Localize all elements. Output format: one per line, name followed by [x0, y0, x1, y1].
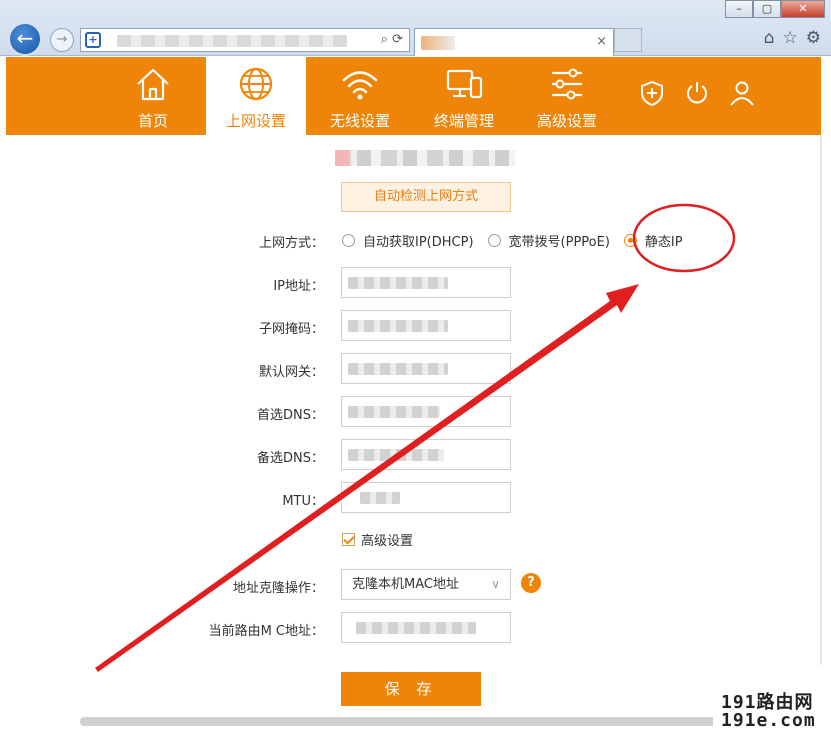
browser-tab[interactable]: ×: [414, 28, 614, 56]
nav-label: 无线设置: [329, 112, 390, 130]
subnet-mask-input[interactable]: [341, 310, 511, 341]
nav-item-device-management[interactable]: 终端管理: [414, 57, 514, 135]
mac-clone-label: 地址克隆操作：: [232, 581, 324, 596]
advanced-settings-label: 高级设置: [361, 534, 414, 549]
connection-mode-radios: 自动获取IP(DHCP) 宽带拨号(PPPoE) 静态IP: [342, 231, 697, 250]
chevron-down-icon: ∨: [491, 577, 500, 591]
masked-page-heading: [335, 150, 515, 166]
browser-tools: ⌂ ☆ ⚙: [764, 28, 821, 48]
radio-static-ip-circle[interactable]: [623, 234, 637, 247]
address-bar[interactable]: + ⌕ ⟳: [80, 28, 410, 52]
wifi-icon: [342, 71, 378, 100]
masked-value: [348, 406, 440, 418]
default-gateway-label: 默认网关：: [258, 365, 324, 380]
radio-dhcp[interactable]: 自动获取IP(DHCP): [342, 231, 474, 250]
watermark-line-2: 191e.com: [721, 710, 816, 731]
radio-pppoe-circle[interactable]: [487, 234, 501, 247]
masked-value: [356, 622, 476, 634]
power-icon[interactable]: [683, 79, 711, 107]
nav-item-wireless-settings[interactable]: 无线设置: [310, 57, 410, 135]
back-button[interactable]: ←: [8, 22, 42, 56]
user-icon[interactable]: [728, 79, 756, 107]
sliders-icon: [552, 68, 582, 100]
nav-label: 高级设置: [536, 112, 597, 130]
home-icon: [137, 68, 169, 101]
nav-item-home[interactable]: 首页: [103, 57, 203, 135]
mtu-label: MTU：: [282, 494, 324, 509]
router-nav-bar: 首页 上网设置 无线设置 终端管理 高级设置: [6, 57, 821, 135]
radio-static-ip-label: 静态IP: [644, 235, 683, 250]
settings-gear-icon[interactable]: ⚙: [806, 28, 821, 48]
advanced-settings-checkbox[interactable]: [342, 533, 355, 546]
tab-close-button[interactable]: ×: [596, 34, 607, 49]
masked-value: [348, 449, 444, 461]
nav-label: 首页: [137, 112, 168, 130]
masked-value: [348, 363, 448, 375]
help-icon[interactable]: ?: [521, 573, 541, 593]
radio-pppoe[interactable]: 宽带拨号(PPPoE): [487, 231, 610, 250]
forward-button[interactable]: →: [50, 28, 74, 52]
nav-label: 上网设置: [225, 112, 286, 130]
nav-label: 终端管理: [433, 112, 494, 130]
primary-dns-input[interactable]: [341, 396, 511, 427]
advanced-settings-toggle[interactable]: 高级设置: [342, 530, 413, 549]
radio-dhcp-label: 自动获取IP(DHCP): [363, 235, 474, 250]
window-controls: – ▢ ✕: [725, 0, 825, 18]
default-gateway-input[interactable]: [341, 353, 511, 384]
site-watermark: 191路由网 191e.com: [713, 686, 831, 734]
search-refresh-icons[interactable]: ⌕ ⟳: [381, 32, 403, 47]
radio-pppoe-label: 宽带拨号(PPPoE): [508, 235, 610, 250]
mtu-input[interactable]: [341, 482, 511, 513]
mac-clone-value: 克隆本机MAC地址: [352, 577, 459, 592]
maximize-button[interactable]: ▢: [753, 0, 781, 18]
secondary-dns-label: 备选DNS：: [257, 451, 324, 466]
nav-item-advanced-settings[interactable]: 高级设置: [517, 57, 617, 135]
ip-address-input[interactable]: [341, 267, 511, 298]
tab-favicon: [421, 36, 455, 50]
shield-icon[interactable]: [638, 79, 666, 107]
radio-static-ip[interactable]: 静态IP: [623, 231, 683, 250]
horizontal-scrollbar[interactable]: [80, 717, 770, 726]
browser-chrome: – ▢ ✕ ← → + ⌕ ⟳ × ⌂ ☆ ⚙: [0, 0, 831, 56]
site-security-icon: +: [85, 32, 101, 48]
auto-detect-button[interactable]: 自动检测上网方式: [341, 182, 511, 212]
close-window-button[interactable]: ✕: [781, 0, 825, 18]
current-mac-input: [341, 612, 511, 643]
masked-value: [360, 492, 400, 504]
masked-url: [117, 35, 347, 47]
connection-mode-label: 上网方式：: [258, 236, 324, 251]
devices-icon: [446, 69, 483, 99]
globe-icon: [239, 67, 273, 101]
nav-item-internet-settings[interactable]: 上网设置: [206, 57, 306, 135]
subnet-mask-label: 子网掩码：: [258, 322, 324, 337]
ip-address-label: IP地址：: [273, 279, 324, 294]
current-mac-label: 当前路由M C地址：: [208, 624, 324, 639]
masked-value: [348, 277, 448, 289]
content-border: [820, 135, 822, 665]
save-button[interactable]: 保 存: [341, 672, 481, 706]
home-icon[interactable]: ⌂: [764, 28, 775, 48]
mac-clone-select[interactable]: 克隆本机MAC地址 ∨: [341, 569, 511, 600]
favorites-star-icon[interactable]: ☆: [783, 28, 798, 48]
secondary-dns-input[interactable]: [341, 439, 511, 470]
masked-value: [348, 320, 448, 332]
primary-dns-label: 首选DNS：: [257, 408, 324, 423]
minimize-button[interactable]: –: [725, 0, 753, 18]
new-tab-button[interactable]: [614, 28, 642, 52]
radio-dhcp-circle[interactable]: [342, 234, 355, 247]
